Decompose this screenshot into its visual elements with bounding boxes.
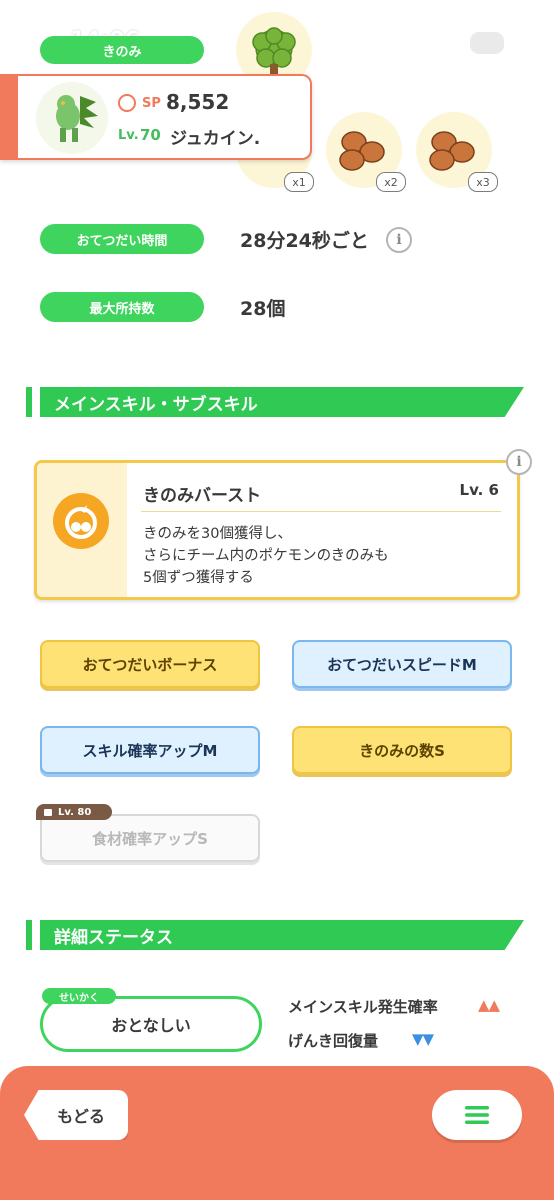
menu-icon [465, 1106, 489, 1124]
main-skill-card[interactable]: きのみバースト Lv. 6 きのみを30個獲得し、 さらにチーム内のポケモンのき… [34, 460, 520, 600]
skill-icon-panel [37, 463, 127, 597]
skills-section-header: メインスキル・サブスキル [40, 387, 524, 417]
skill-info-panel: きのみバースト Lv. 6 きのみを30個獲得し、 さらにチーム内のポケモンのき… [127, 463, 517, 597]
pokemon-name: ジュカイン. [170, 129, 261, 149]
lock-level-label: Lv. 80 [58, 806, 92, 818]
nature-effect-down-label: げんき回復量 [288, 1032, 379, 1050]
level-value: 70 [140, 126, 161, 144]
sp-label: SP [142, 96, 161, 111]
back-button[interactable]: もどる [24, 1090, 128, 1140]
main-skill-description: きのみを30個獲得し、 さらにチーム内のポケモンのきのみも 5個ずつ獲得する [143, 523, 389, 589]
subskill-help-speed-m[interactable]: おてつだいスピードM [292, 640, 512, 688]
berry-burst-icon [65, 505, 97, 539]
pokemon-card[interactable]: SP 8,552 Lv. 70 ジュカイン. [0, 74, 312, 160]
help-time-label: おてつだい時間 [40, 224, 204, 254]
subskill-lock-tag: Lv. 80 [36, 804, 112, 820]
subskill-skill-trigger-m[interactable]: スキル確率アップM [40, 726, 260, 774]
level-label: Lv. [118, 128, 139, 143]
help-time-value: 28分24秒ごと [240, 230, 369, 252]
main-skill-level: Lv. 6 [459, 481, 499, 499]
max-carry-value: 28個 [240, 298, 286, 320]
nature-box[interactable]: おとなしい [40, 996, 262, 1052]
skill-desc-line-3: 5個ずつ獲得する [143, 570, 254, 586]
multiplier-badge-1: x1 [284, 172, 314, 192]
nature-effect-up-label: メインスキル発生確率 [288, 998, 438, 1016]
multiplier-badge-2: x2 [376, 172, 406, 192]
nature-tag: せいかく [42, 988, 116, 1004]
subskill-ingredient-finder-s[interactable]: 食材確率アップS [40, 814, 260, 862]
info-icon[interactable]: i [386, 227, 412, 253]
berry-label-pill: きのみ [40, 36, 204, 64]
max-carry-label: 最大所持数 [40, 292, 204, 322]
details-section-header: 詳細ステータス [40, 920, 524, 950]
skill-desc-line-2: さらにチーム内のポケモンのきのみも [143, 548, 389, 564]
multiplier-badge-3: x3 [468, 172, 498, 192]
skill-icon-bg [53, 493, 109, 549]
pokemon-sprite-icon [56, 95, 98, 142]
pokemon-avatar [36, 82, 108, 154]
sp-value: 8,552 [166, 90, 230, 114]
down-arrows-icon: ▼▼ [412, 1030, 434, 1048]
section-accent [26, 920, 32, 950]
pokeball-icon [118, 94, 136, 112]
section-accent [26, 387, 32, 417]
up-arrows-icon: ▲▲ [478, 996, 500, 1014]
menu-button[interactable] [432, 1090, 522, 1140]
skill-desc-line-1: きのみを30個獲得し、 [143, 526, 292, 542]
subskill-berry-finding-s[interactable]: きのみの数S [292, 726, 512, 774]
main-skill-name: きのみバースト [143, 486, 262, 506]
lock-icon [44, 808, 52, 816]
skill-divider [141, 511, 501, 512]
status-toggle-icon [468, 30, 506, 56]
skill-info-icon[interactable]: i [506, 449, 532, 475]
subskill-help-bonus[interactable]: おてつだいボーナス [40, 640, 260, 688]
